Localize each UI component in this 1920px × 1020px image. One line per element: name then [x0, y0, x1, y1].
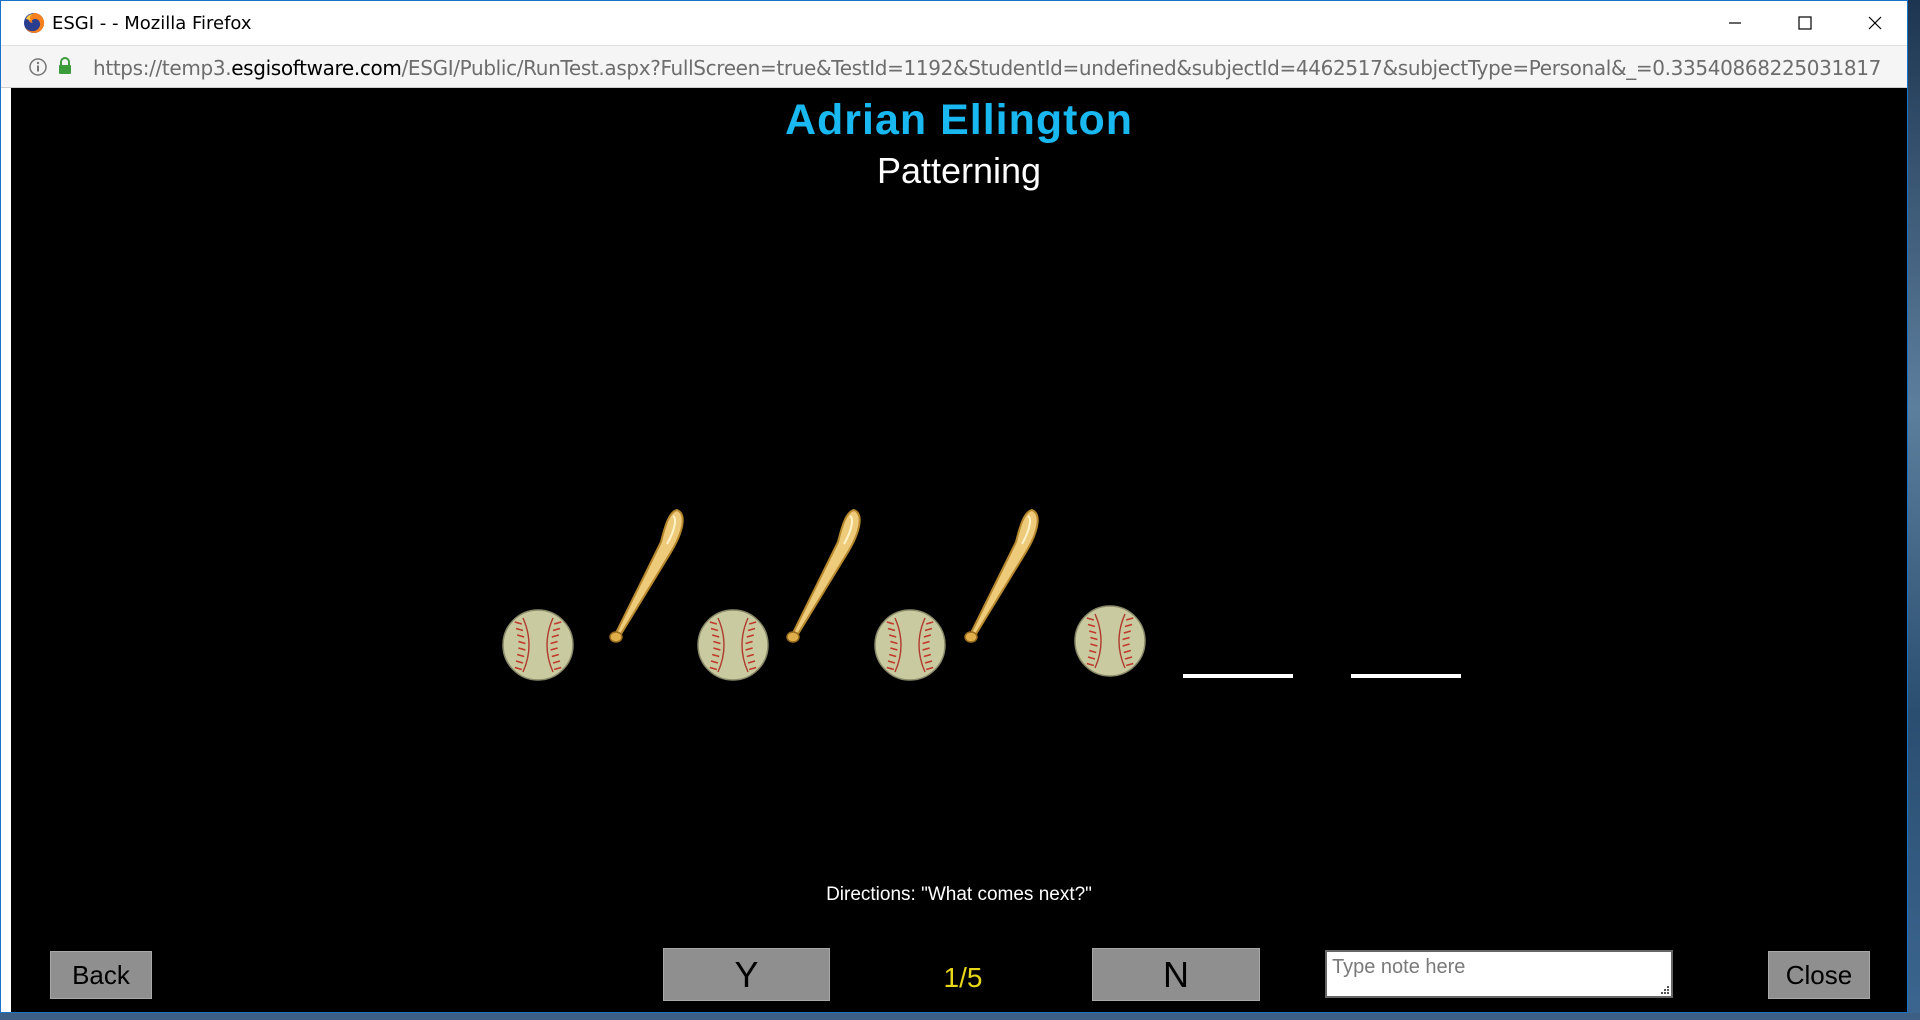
- answer-blank: [1351, 674, 1461, 678]
- maximize-button[interactable]: [1770, 1, 1840, 45]
- browser-window: ESGI - - Mozilla Firefox https://temp3.e…: [0, 0, 1908, 1013]
- window-close-button[interactable]: [1840, 1, 1907, 45]
- maximize-icon: [1798, 16, 1812, 30]
- directions-text: Directions: "What comes next?": [826, 884, 1092, 905]
- url-path: /ESGI/Public/RunTest.aspx?FullScreen=tru…: [401, 56, 1882, 80]
- baseball-icon: [1074, 605, 1146, 677]
- url-text[interactable]: https://temp3.esgisoftware.com/ESGI/Publ…: [93, 56, 1881, 80]
- question-counter: 1/5: [943, 962, 983, 993]
- info-icon[interactable]: [28, 57, 48, 77]
- address-bar[interactable]: https://temp3.esgisoftware.com/ESGI/Publ…: [1, 45, 1907, 88]
- minimize-icon: [1729, 22, 1741, 24]
- baseball-bat-icon: [609, 508, 684, 643]
- url-domain: esgisoftware.com: [231, 56, 402, 80]
- close-icon: [1868, 16, 1882, 30]
- minimize-button[interactable]: [1700, 1, 1770, 45]
- lock-icon[interactable]: [57, 56, 73, 76]
- taskbar-edge: [0, 1013, 1920, 1020]
- note-field[interactable]: [1325, 950, 1673, 998]
- baseball-icon: [874, 609, 946, 681]
- close-button[interactable]: Close: [1768, 951, 1870, 999]
- baseball-icon: [697, 609, 769, 681]
- answer-blank: [1183, 674, 1293, 678]
- yes-button[interactable]: Y: [663, 948, 830, 1001]
- no-button[interactable]: N: [1092, 948, 1260, 1001]
- baseball-icon: [502, 609, 574, 681]
- resize-grip-icon[interactable]: [1660, 985, 1670, 995]
- firefox-icon: [24, 12, 45, 33]
- back-button[interactable]: Back: [50, 951, 152, 999]
- baseball-bat-icon: [964, 508, 1039, 643]
- test-stage: Adrian Ellington Patterning Directions: …: [11, 88, 1907, 1012]
- url-prefix: https://temp3.: [93, 56, 232, 80]
- pattern-sequence: [11, 88, 1907, 1012]
- desktop-background: [1908, 0, 1920, 1020]
- title-bar: ESGI - - Mozilla Firefox: [1, 1, 1907, 45]
- baseball-bat-icon: [786, 508, 861, 643]
- window-title: ESGI - - Mozilla Firefox: [52, 13, 252, 34]
